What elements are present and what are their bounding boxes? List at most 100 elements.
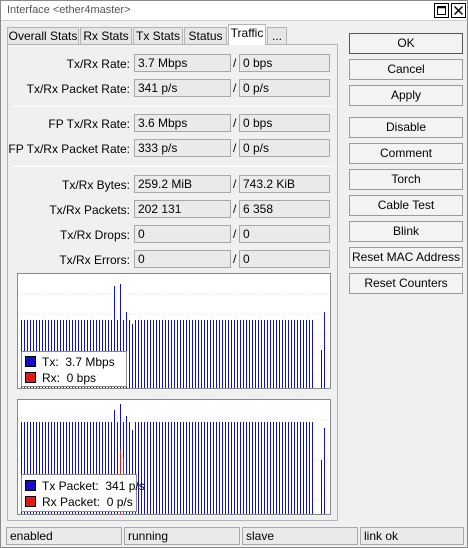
- tx-bar: [234, 422, 235, 514]
- rx-rate-field[interactable]: 0 bps: [239, 54, 330, 72]
- status-slave: slave: [242, 527, 358, 545]
- tx-bar: [285, 320, 286, 388]
- tx-bar: [222, 320, 223, 388]
- tab-overall-stats[interactable]: Overall Stats: [7, 27, 79, 45]
- tx-packet-rate-field[interactable]: 341 p/s: [134, 79, 231, 97]
- tx-bar: [168, 422, 169, 514]
- window-title: Interface <ether4master>: [7, 4, 131, 16]
- rx-swatch: [25, 372, 36, 383]
- tx-bar: [276, 422, 277, 514]
- torch-button[interactable]: Torch: [349, 169, 463, 190]
- restore-button[interactable]: [434, 3, 449, 18]
- tx-bar: [186, 320, 187, 388]
- tab-tx-stats[interactable]: Tx Stats: [133, 27, 183, 45]
- tx-bar: [207, 320, 208, 388]
- tx-bar: [153, 320, 154, 388]
- restore-icon: [437, 6, 446, 15]
- tx-bar: [174, 320, 175, 388]
- comment-button[interactable]: Comment: [349, 143, 463, 164]
- rx-packets-field[interactable]: 6 358: [239, 200, 330, 218]
- tx-bar: [192, 320, 193, 388]
- tx-bar: [228, 320, 229, 388]
- tx-bar: [249, 422, 250, 514]
- rx-packet-rate-field[interactable]: 0 p/s: [239, 79, 330, 97]
- section-divider: [12, 166, 334, 167]
- tab-traffic[interactable]: Traffic: [228, 24, 266, 45]
- traffic-graph: Tx: 3.7 Mbps Rx: 0 bps: [17, 273, 331, 389]
- fp-tx-rate-field[interactable]: 3.6 Mbps: [134, 114, 231, 132]
- slash-separator: /: [233, 81, 237, 95]
- tab-rx-stats[interactable]: Rx Stats: [80, 27, 132, 45]
- tx-bar: [138, 320, 139, 388]
- slash-separator: /: [233, 177, 237, 191]
- tx-packet-swatch: [25, 480, 36, 491]
- tx-bar: [264, 320, 265, 388]
- blink-button[interactable]: Blink: [349, 221, 463, 242]
- tx-bar: [237, 422, 238, 514]
- tx-bar: [204, 320, 205, 388]
- status-running: running: [124, 527, 240, 545]
- fp-rx-packet-rate-field[interactable]: 0 p/s: [239, 139, 330, 157]
- rx-bytes-field[interactable]: 743.2 KiB: [239, 175, 330, 193]
- tx-bar: [267, 320, 268, 388]
- tx-bar: [228, 422, 229, 514]
- tx-bar: [144, 422, 145, 514]
- tx-bar: [198, 320, 199, 388]
- tx-bar: [267, 422, 268, 514]
- tx-bar: [303, 320, 304, 388]
- rx-drops-field[interactable]: 0: [239, 225, 330, 243]
- tx-bar: [195, 422, 196, 514]
- close-button[interactable]: [451, 3, 466, 18]
- tx-rx-drops-label: Tx/Rx Drops:: [59, 228, 130, 242]
- traffic-panel: Tx/Rx Rate: 3.7 Mbps / 0 bps Tx/Rx Packe…: [7, 44, 338, 521]
- tx-bar: [276, 320, 277, 388]
- cancel-button[interactable]: Cancel: [349, 59, 463, 80]
- tx-rate-field[interactable]: 3.7 Mbps: [134, 54, 231, 72]
- title-bar[interactable]: Interface <ether4master>: [1, 1, 467, 21]
- tx-bar: [273, 320, 274, 388]
- tx-bar: [129, 320, 130, 388]
- slash-separator: /: [233, 116, 237, 130]
- reset-counters-button[interactable]: Reset Counters: [349, 273, 463, 294]
- tx-bar: [309, 422, 310, 514]
- tx-bar: [171, 422, 172, 514]
- fp-tx-packet-rate-field[interactable]: 333 p/s: [134, 139, 231, 157]
- tx-packets-field[interactable]: 202 131: [134, 200, 231, 218]
- tx-bar: [234, 320, 235, 388]
- tx-bar: [141, 320, 142, 388]
- tx-bar: [237, 320, 238, 388]
- ok-button[interactable]: OK: [349, 33, 463, 54]
- tx-bar: [162, 320, 163, 388]
- tx-bar: [300, 320, 301, 388]
- tx-bar: [252, 320, 253, 388]
- tx-bar: [210, 422, 211, 514]
- disable-button[interactable]: Disable: [349, 117, 463, 138]
- fp-rx-rate-field[interactable]: 0 bps: [239, 114, 330, 132]
- tx-bar: [264, 422, 265, 514]
- tx-bytes-field[interactable]: 259.2 MiB: [134, 175, 231, 193]
- tx-bar: [183, 320, 184, 388]
- tx-bar: [231, 320, 232, 388]
- tx-rx-bytes-label: Tx/Rx Bytes:: [61, 178, 130, 192]
- tx-bar: [192, 422, 193, 514]
- rx-errors-field[interactable]: 0: [239, 250, 330, 268]
- apply-button[interactable]: Apply: [349, 85, 463, 106]
- reset-mac-address-button[interactable]: Reset MAC Address: [349, 247, 463, 268]
- tx-bar: [147, 320, 148, 388]
- tx-bar: [195, 320, 196, 388]
- tx-bar: [180, 422, 181, 514]
- tx-bar: [177, 422, 178, 514]
- tx-errors-field[interactable]: 0: [134, 250, 231, 268]
- tx-bar: [285, 422, 286, 514]
- cable-test-button[interactable]: Cable Test: [349, 195, 463, 216]
- status-enabled: enabled: [6, 527, 122, 545]
- tx-bar: [324, 312, 325, 388]
- tx-bar: [291, 320, 292, 388]
- tab-status[interactable]: Status: [184, 27, 227, 45]
- tx-bar: [168, 320, 169, 388]
- tx-bar: [165, 422, 166, 514]
- tx-swatch: [25, 356, 36, 367]
- tx-drops-field[interactable]: 0: [134, 225, 231, 243]
- tx-bar: [198, 422, 199, 514]
- tab-more[interactable]: ...: [267, 27, 287, 45]
